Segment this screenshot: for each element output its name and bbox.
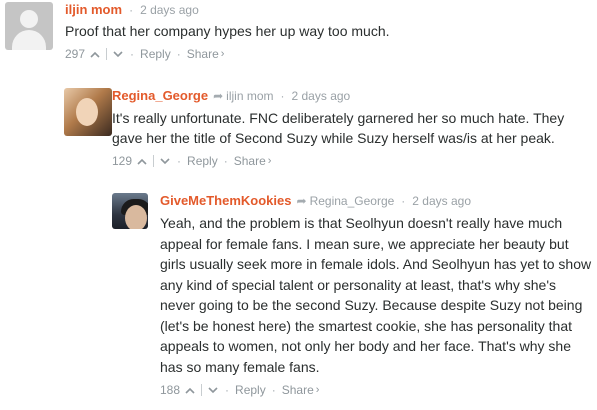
reply-button[interactable]: Reply (235, 383, 266, 397)
bullet-separator: · (129, 3, 134, 17)
bullet-separator: · (271, 383, 276, 397)
bullet-separator: · (401, 194, 406, 208)
bullet-separator: · (225, 383, 230, 397)
reply-button[interactable]: Reply (187, 154, 218, 168)
comment-footer: 297 · Reply · Share › (65, 47, 590, 61)
vote-count: 129 (112, 154, 133, 168)
reply-to[interactable]: ➦ iljin mom (213, 88, 273, 104)
chevron-up-icon[interactable] (136, 154, 148, 168)
reply-arrow-icon: ➦ (213, 89, 224, 103)
share-button[interactable]: Share (234, 154, 266, 168)
vote-count: 297 (65, 47, 86, 61)
chevron-down-icon[interactable] (159, 154, 171, 168)
bullet-separator: · (280, 89, 285, 103)
bullet-separator: · (223, 154, 228, 168)
chevron-up-icon[interactable] (184, 383, 196, 397)
comment-paragraph: Proof that her company hypes her up way … (65, 23, 390, 39)
bullet-separator: · (177, 154, 182, 168)
comment-thread: iljin mom · 2 days ago Proof that her co… (0, 0, 597, 410)
chevron-right-icon: › (315, 384, 320, 396)
comment-header: GiveMeThemKookies ➦ Regina_George · 2 da… (160, 193, 592, 209)
timestamp[interactable]: 2 days ago (292, 88, 351, 104)
chevron-down-icon[interactable] (207, 383, 219, 397)
vote-divider (201, 384, 203, 396)
reply-to-name[interactable]: iljin mom (226, 88, 273, 104)
chevron-up-icon[interactable] (89, 47, 101, 61)
chevron-down-icon[interactable] (112, 47, 124, 61)
timestamp[interactable]: 2 days ago (140, 2, 199, 18)
chevron-right-icon: › (220, 48, 225, 60)
reply-arrow-icon: ➦ (296, 194, 307, 208)
author-name[interactable]: Regina_George (112, 88, 208, 104)
comment: iljin mom · 2 days ago Proof that her co… (5, 2, 590, 61)
reply-to-name[interactable]: Regina_George (310, 193, 395, 209)
comment-body: GiveMeThemKookies ➦ Regina_George · 2 da… (160, 193, 592, 397)
author-name[interactable]: GiveMeThemKookies (160, 193, 292, 209)
comment-footer: 188 · Reply · Share › (160, 383, 592, 397)
vote-count: 188 (160, 383, 181, 397)
vote-divider (106, 48, 108, 60)
comment: GiveMeThemKookies ➦ Regina_George · 2 da… (112, 193, 591, 397)
comment: Regina_George ➦ iljin mom · 2 days ago I… (64, 88, 590, 168)
comment-body: iljin mom · 2 days ago Proof that her co… (65, 2, 590, 61)
comment-text: It's really unfortunate. FNC deliberatel… (112, 108, 592, 148)
author-name[interactable]: iljin mom (65, 2, 122, 18)
bullet-separator: · (176, 47, 181, 61)
comment-body: Regina_George ➦ iljin mom · 2 days ago I… (112, 88, 592, 168)
avatar[interactable] (5, 2, 53, 50)
share-button[interactable]: Share (282, 383, 314, 397)
bullet-separator: · (130, 47, 135, 61)
comment-header: Regina_George ➦ iljin mom · 2 days ago (112, 88, 592, 104)
comment-paragraph: It's really unfortunate. FNC deliberatel… (112, 110, 565, 146)
avatar[interactable] (112, 193, 148, 229)
comment-footer: 129 · Reply · Share › (112, 154, 592, 168)
reply-button[interactable]: Reply (140, 47, 171, 61)
comment-text: Proof that her company hypes her up way … (65, 21, 590, 41)
comment-header: iljin mom · 2 days ago (65, 2, 590, 18)
chevron-right-icon: › (267, 155, 272, 167)
comment-text: Yeah, and the problem is that Seolhyun d… (160, 213, 592, 377)
comment-paragraph: Yeah, and the problem is that Seolhyun d… (160, 215, 592, 375)
timestamp[interactable]: 2 days ago (412, 193, 471, 209)
reply-to[interactable]: ➦ Regina_George (297, 193, 395, 209)
vote-divider (153, 155, 155, 167)
avatar[interactable] (64, 88, 112, 136)
share-button[interactable]: Share (187, 47, 219, 61)
